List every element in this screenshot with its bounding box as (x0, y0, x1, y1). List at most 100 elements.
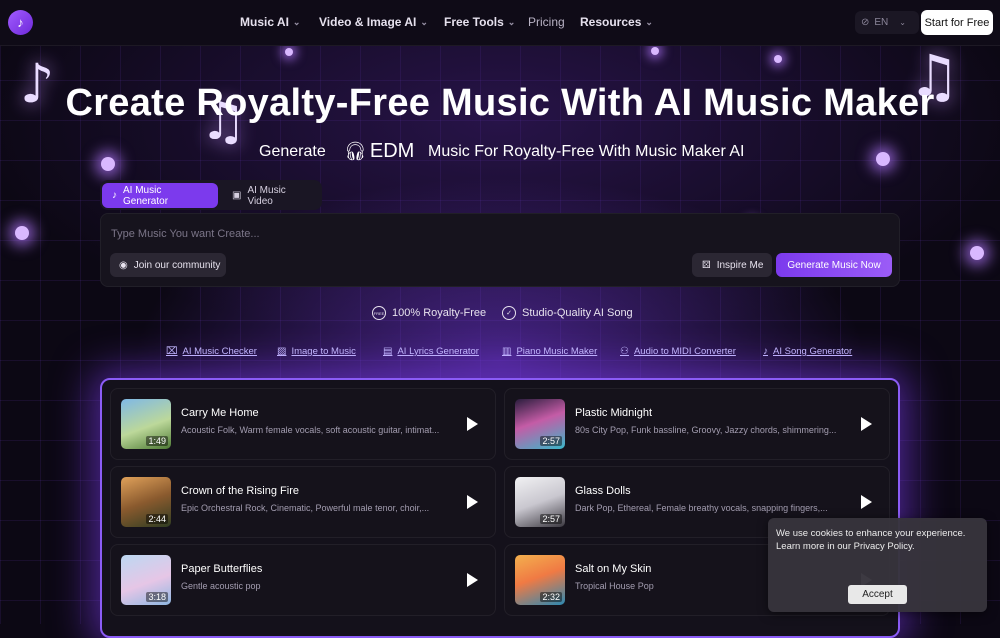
song-title: Paper Butterflies (181, 563, 263, 575)
hero-title: Create Royalty-Free Music With AI Music … (65, 82, 935, 124)
glow-dot (876, 152, 890, 166)
button-label: Join our community (133, 259, 221, 271)
song-description: Gentle acoustic pop (181, 581, 261, 591)
badge-label: Studio-Quality AI Song (522, 307, 633, 319)
tab-label: AI Music Video (247, 184, 286, 207)
song-cover: 1:49 (121, 399, 171, 449)
midi-icon: ⚇ (620, 346, 629, 357)
cookie-banner: We use cookies to enhance your experienc… (768, 518, 987, 612)
chevron-down-icon: ⌄ (507, 16, 516, 27)
tab-ai-music-video[interactable]: ▣ AI Music Video (222, 183, 320, 208)
tool-link-ai-music-checker[interactable]: ⌧ AI Music Checker (166, 346, 257, 357)
music-prompt-input[interactable] (109, 224, 713, 244)
button-label: Inspire Me (716, 259, 764, 271)
free-icon: FREE (372, 306, 386, 320)
language-selector[interactable]: ⊘ EN ⌄ (855, 11, 919, 34)
nav-video-image-ai[interactable]: Video & Image AI ⌄ (319, 15, 428, 29)
song-card[interactable]: 2:44 Crown of the Rising Fire Epic Orche… (110, 466, 496, 538)
accept-cookies-button[interactable]: Accept (848, 585, 907, 604)
cookie-message: We use cookies to enhance your experienc… (776, 528, 966, 552)
hero-sub-prefix: Generate (259, 143, 326, 160)
checker-icon: ⌧ (166, 346, 178, 357)
royalty-free-badge: FREE 100% Royalty-Free (372, 306, 486, 320)
inspire-me-button[interactable]: ⚄ Inspire Me (692, 253, 772, 277)
hero-sub-suffix: Music For Royalty-Free With Music Maker … (428, 143, 745, 160)
nav-free-tools[interactable]: Free Tools ⌄ (444, 15, 515, 29)
join-community-button[interactable]: ◉ Join our community (110, 253, 226, 277)
start-for-free-button[interactable]: Start for Free (921, 10, 993, 35)
play-icon[interactable] (861, 417, 872, 431)
play-icon[interactable] (467, 417, 478, 431)
glow-dot (15, 226, 29, 240)
glow-dot (285, 48, 293, 56)
nav-label: Resources (580, 15, 642, 29)
nav-music-ai[interactable]: Music AI ⌄ (240, 15, 300, 29)
chevron-down-icon: ⌄ (645, 16, 653, 27)
glow-dot (774, 55, 782, 63)
music-note-icon: ♪ (763, 346, 768, 357)
tab-ai-music-generator[interactable]: ♪ AI Music Generator (102, 183, 218, 208)
music-note-icon: ♪ (112, 190, 117, 201)
logo-icon[interactable]: ♪ (8, 10, 33, 35)
hero-genre: 🎧︎ EDM (344, 140, 414, 163)
link-label: Piano Music Maker (516, 346, 598, 357)
nav-resources[interactable]: Resources ⌄ (580, 15, 653, 29)
headphones-icon: 🎧︎ (344, 141, 367, 161)
genre-label: EDM (369, 140, 415, 162)
song-duration: 2:57 (540, 514, 562, 524)
song-duration: 2:44 (146, 514, 168, 524)
language-label: EN (874, 17, 889, 28)
play-icon[interactable] (467, 573, 478, 587)
studio-quality-badge: ✓ Studio-Quality AI Song (502, 306, 633, 320)
nav-label: Video & Image AI (319, 15, 417, 29)
song-cover: 2:44 (121, 477, 171, 527)
tool-link-ai-lyrics-generator[interactable]: ▤ AI Lyrics Generator (383, 346, 479, 357)
link-label: Image to Music (291, 346, 356, 357)
tool-link-image-to-music[interactable]: ▨ Image to Music (277, 346, 356, 357)
nav-label: Pricing (528, 15, 565, 29)
top-navbar: ♪ Music AI ⌄ Video & Image AI ⌄ Free Too… (0, 0, 1000, 46)
song-description: Epic Orchestral Rock, Cinematic, Powerfu… (181, 503, 430, 513)
song-description: Dark Pop, Ethereal, Female breathy vocal… (575, 503, 828, 513)
song-title: Crown of the Rising Fire (181, 485, 299, 497)
glow-dot (651, 47, 659, 55)
badge-label: 100% Royalty-Free (392, 307, 487, 319)
song-duration: 3:18 (146, 592, 168, 602)
image-icon: ▨ (277, 346, 287, 357)
tool-link-audio-to-midi[interactable]: ⚇ Audio to MIDI Converter (620, 346, 736, 357)
glow-dot (970, 246, 984, 260)
glow-dot (101, 157, 115, 171)
song-description: 80s City Pop, Funk bassline, Groovy, Jaz… (575, 425, 837, 435)
song-title: Glass Dolls (575, 485, 631, 497)
play-icon[interactable] (861, 495, 872, 509)
nav-label: Free Tools (444, 15, 504, 29)
chevron-down-icon: ⌄ (420, 16, 428, 27)
song-cover: 2:32 (515, 555, 565, 605)
song-duration: 2:32 (540, 592, 562, 602)
document-icon: ▤ (383, 346, 393, 357)
link-label: AI Lyrics Generator (397, 346, 479, 357)
chevron-down-icon: ⌄ (292, 16, 301, 27)
prompt-box: ◉ Join our community ⚄ Inspire Me Genera… (100, 213, 900, 287)
generate-music-button[interactable]: Generate Music Now (776, 253, 892, 277)
nav-pricing[interactable]: Pricing (528, 15, 565, 29)
play-icon[interactable] (467, 495, 478, 509)
song-card[interactable]: 2:57 Plastic Midnight 80s City Pop, Funk… (504, 388, 890, 460)
song-cover: 3:18 (121, 555, 171, 605)
song-card[interactable]: 1:49 Carry Me Home Acoustic Folk, Warm f… (110, 388, 496, 460)
song-title: Plastic Midnight (575, 407, 653, 419)
link-label: AI Song Generator (773, 346, 853, 357)
check-circle-icon: ✓ (502, 306, 516, 320)
song-card[interactable]: 3:18 Paper Butterflies Gentle acoustic p… (110, 544, 496, 616)
mode-tabs: ♪ AI Music Generator ▣ AI Music Video (100, 180, 322, 210)
dice-icon: ⚄ (702, 259, 711, 271)
tab-label: AI Music Generator (123, 184, 169, 207)
link-label: Audio to MIDI Converter (633, 346, 736, 357)
globe-icon: ⊘ (861, 17, 870, 28)
tool-link-piano-music-maker[interactable]: ▥ Piano Music Maker (502, 346, 597, 357)
song-description: Acoustic Folk, Warm female vocals, soft … (181, 425, 440, 435)
tool-link-ai-song-generator[interactable]: ♪ AI Song Generator (763, 346, 852, 357)
song-duration: 2:57 (540, 436, 562, 446)
song-cover: 2:57 (515, 477, 565, 527)
chevron-down-icon: ⌄ (899, 18, 906, 27)
